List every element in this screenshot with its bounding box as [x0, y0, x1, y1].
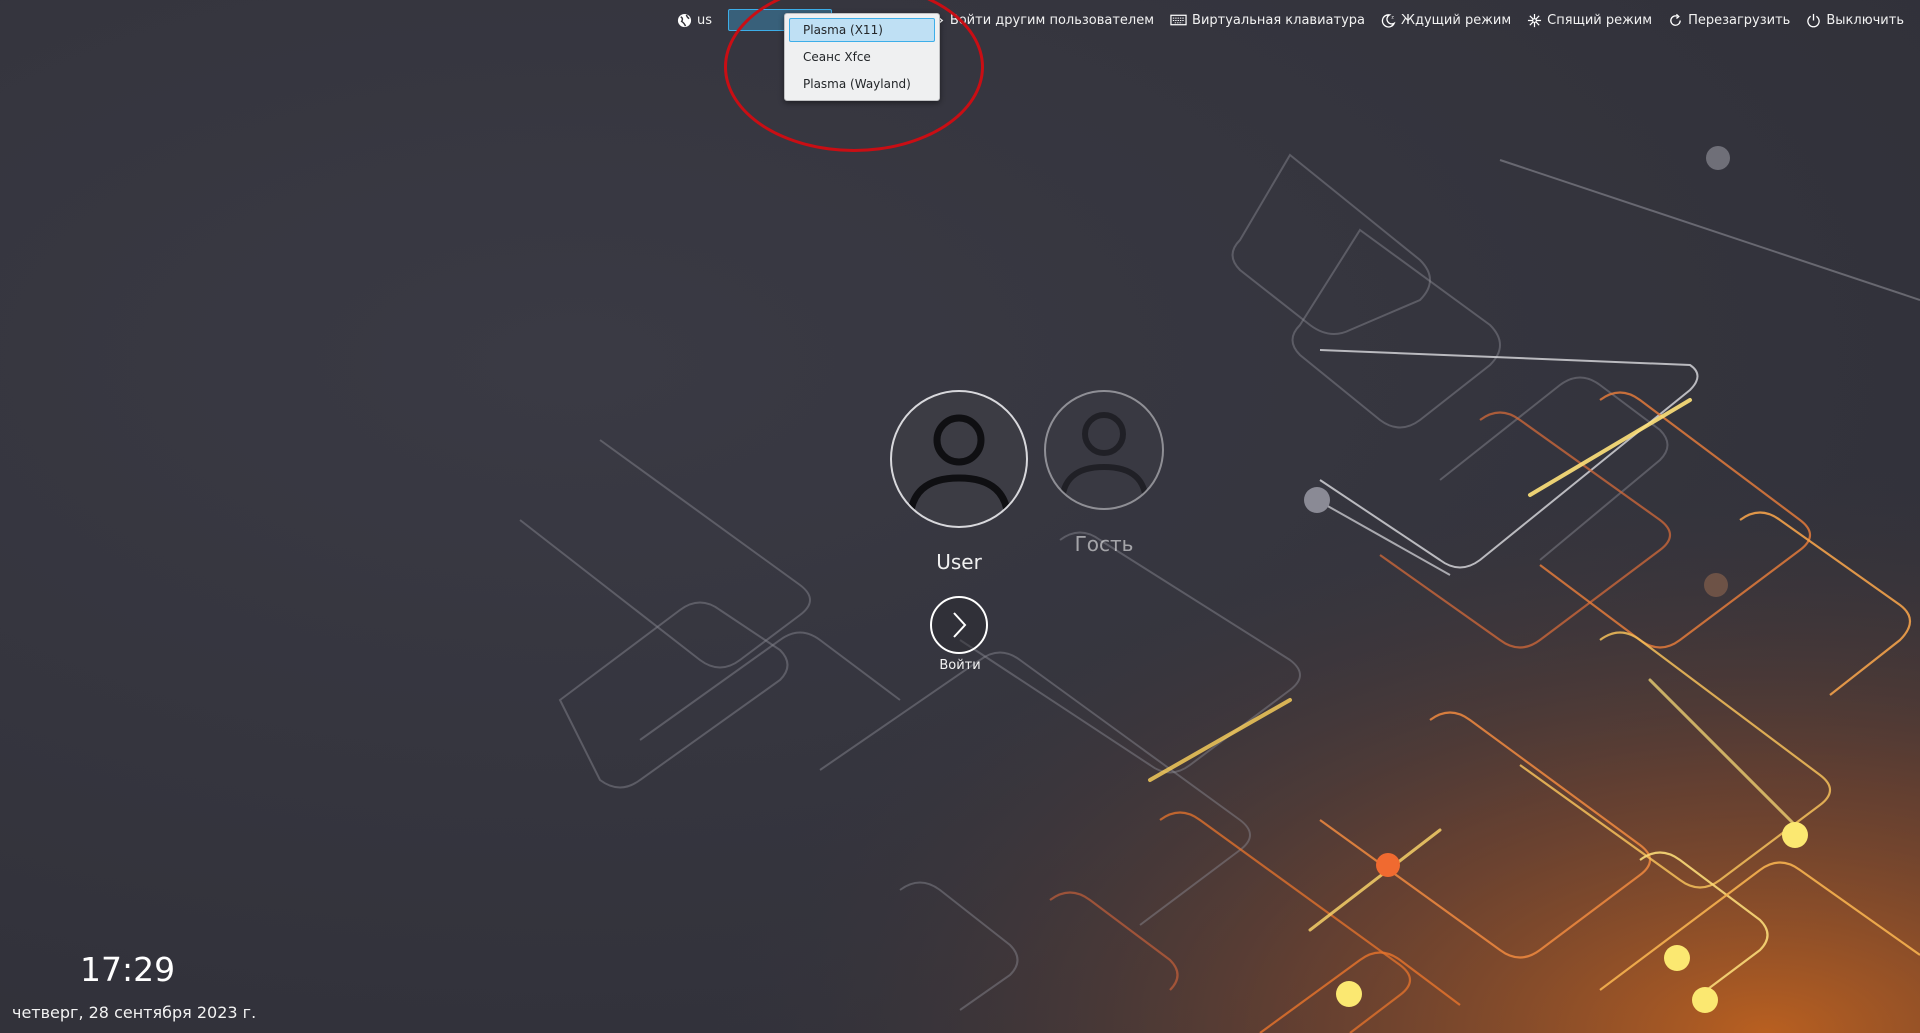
session-item-plasma-x11[interactable]: Plasma (X11) [789, 18, 935, 42]
shutdown-button[interactable]: Выключить [1798, 8, 1912, 32]
hibernate-button[interactable]: Спящий режим [1519, 8, 1660, 32]
user-card-primary[interactable]: User [890, 390, 1028, 574]
user-avatar-icon [906, 414, 1012, 523]
login-button[interactable] [930, 596, 988, 654]
shutdown-label: Выключить [1826, 12, 1904, 28]
user-card-guest[interactable]: Гость [1044, 390, 1164, 556]
reboot-label: Перезагрузить [1688, 12, 1791, 28]
session-menu: Plasma (X11) Сеанс Xfce Plasma (Wayland) [784, 13, 940, 101]
user-name-label: User [936, 550, 982, 574]
avatar[interactable] [890, 390, 1028, 528]
suspend-icon: z [1381, 13, 1396, 28]
hibernate-label: Спящий режим [1547, 12, 1653, 28]
chevron-right-icon [953, 612, 967, 638]
power-icon [1807, 13, 1821, 27]
switch-user-button[interactable]: Войти другим пользователем [924, 8, 1162, 32]
keyboard-layout-button[interactable]: us [669, 8, 720, 32]
suspend-button[interactable]: z Ждущий режим [1373, 8, 1519, 32]
keyboard-icon [1170, 14, 1187, 26]
clock-date: четверг, 28 сентября 2023 г. [12, 1003, 257, 1022]
virtual-keyboard-label: Виртуальная клавиатура [1192, 12, 1365, 28]
virtual-keyboard-button[interactable]: Виртуальная клавиатура [1162, 8, 1373, 32]
guest-name-label: Гость [1074, 532, 1134, 556]
login-label: Войти [939, 658, 981, 673]
user-avatar-icon [1059, 412, 1149, 505]
reboot-button[interactable]: Перезагрузить [1660, 8, 1798, 32]
hibernate-icon [1528, 13, 1542, 27]
reboot-icon [1670, 13, 1681, 26]
switch-user-label: Войти другим пользователем [949, 12, 1155, 28]
clock-time: 17:29 [80, 950, 176, 989]
session-item-xfce[interactable]: Сеанс Xfce [789, 45, 935, 69]
session-item-plasma-wayland[interactable]: Plasma (Wayland) [789, 72, 935, 96]
svg-text:z: z [1391, 15, 1394, 20]
suspend-label: Ждущий режим [1400, 12, 1512, 28]
avatar[interactable] [1044, 390, 1164, 510]
globe-icon [677, 13, 692, 27]
keyboard-layout-label: us [696, 12, 712, 28]
